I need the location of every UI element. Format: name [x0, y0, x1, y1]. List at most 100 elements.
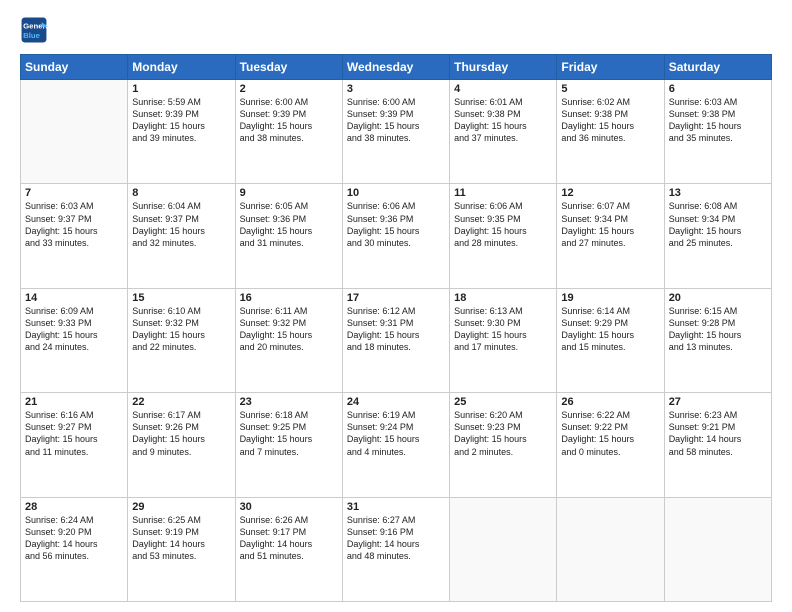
calendar-week-row: 21Sunrise: 6:16 AM Sunset: 9:27 PM Dayli… [21, 393, 772, 497]
day-number: 29 [132, 501, 230, 513]
page: General Blue SundayMondayTuesdayWednesda… [0, 0, 792, 612]
day-number: 7 [25, 187, 123, 199]
calendar-cell: 29Sunrise: 6:25 AM Sunset: 9:19 PM Dayli… [128, 497, 235, 601]
day-info: Sunrise: 6:11 AM Sunset: 9:32 PM Dayligh… [240, 305, 338, 354]
day-number: 27 [669, 396, 767, 408]
day-info: Sunrise: 6:03 AM Sunset: 9:38 PM Dayligh… [669, 96, 767, 145]
day-info: Sunrise: 6:08 AM Sunset: 9:34 PM Dayligh… [669, 200, 767, 249]
calendar-cell [21, 80, 128, 184]
calendar-cell: 27Sunrise: 6:23 AM Sunset: 9:21 PM Dayli… [664, 393, 771, 497]
weekday-header: Tuesday [235, 55, 342, 80]
calendar-cell: 13Sunrise: 6:08 AM Sunset: 9:34 PM Dayli… [664, 184, 771, 288]
day-info: Sunrise: 6:22 AM Sunset: 9:22 PM Dayligh… [561, 409, 659, 458]
header: General Blue [20, 16, 772, 44]
calendar-cell [450, 497, 557, 601]
calendar-table: SundayMondayTuesdayWednesdayThursdayFrid… [20, 54, 772, 602]
day-info: Sunrise: 6:00 AM Sunset: 9:39 PM Dayligh… [240, 96, 338, 145]
calendar-cell: 7Sunrise: 6:03 AM Sunset: 9:37 PM Daylig… [21, 184, 128, 288]
calendar-cell: 28Sunrise: 6:24 AM Sunset: 9:20 PM Dayli… [21, 497, 128, 601]
day-number: 2 [240, 83, 338, 95]
day-number: 13 [669, 187, 767, 199]
day-info: Sunrise: 6:04 AM Sunset: 9:37 PM Dayligh… [132, 200, 230, 249]
calendar-cell [557, 497, 664, 601]
weekday-header: Monday [128, 55, 235, 80]
day-number: 23 [240, 396, 338, 408]
day-info: Sunrise: 6:07 AM Sunset: 9:34 PM Dayligh… [561, 200, 659, 249]
calendar-cell: 4Sunrise: 6:01 AM Sunset: 9:38 PM Daylig… [450, 80, 557, 184]
day-number: 8 [132, 187, 230, 199]
day-info: Sunrise: 6:27 AM Sunset: 9:16 PM Dayligh… [347, 514, 445, 563]
day-info: Sunrise: 6:10 AM Sunset: 9:32 PM Dayligh… [132, 305, 230, 354]
day-number: 4 [454, 83, 552, 95]
day-number: 3 [347, 83, 445, 95]
calendar-cell: 6Sunrise: 6:03 AM Sunset: 9:38 PM Daylig… [664, 80, 771, 184]
day-number: 5 [561, 83, 659, 95]
calendar-cell: 16Sunrise: 6:11 AM Sunset: 9:32 PM Dayli… [235, 288, 342, 392]
day-info: Sunrise: 6:23 AM Sunset: 9:21 PM Dayligh… [669, 409, 767, 458]
weekday-header: Friday [557, 55, 664, 80]
calendar-cell: 9Sunrise: 6:05 AM Sunset: 9:36 PM Daylig… [235, 184, 342, 288]
day-info: Sunrise: 6:24 AM Sunset: 9:20 PM Dayligh… [25, 514, 123, 563]
calendar-cell [664, 497, 771, 601]
calendar-cell: 25Sunrise: 6:20 AM Sunset: 9:23 PM Dayli… [450, 393, 557, 497]
calendar-cell: 10Sunrise: 6:06 AM Sunset: 9:36 PM Dayli… [342, 184, 449, 288]
weekday-header: Thursday [450, 55, 557, 80]
calendar-header-row: SundayMondayTuesdayWednesdayThursdayFrid… [21, 55, 772, 80]
calendar-cell: 31Sunrise: 6:27 AM Sunset: 9:16 PM Dayli… [342, 497, 449, 601]
day-info: Sunrise: 6:25 AM Sunset: 9:19 PM Dayligh… [132, 514, 230, 563]
day-number: 15 [132, 292, 230, 304]
calendar-cell: 5Sunrise: 6:02 AM Sunset: 9:38 PM Daylig… [557, 80, 664, 184]
calendar-cell: 30Sunrise: 6:26 AM Sunset: 9:17 PM Dayli… [235, 497, 342, 601]
logo: General Blue [20, 16, 52, 44]
calendar-cell: 17Sunrise: 6:12 AM Sunset: 9:31 PM Dayli… [342, 288, 449, 392]
svg-text:Blue: Blue [23, 31, 41, 40]
calendar-week-row: 28Sunrise: 6:24 AM Sunset: 9:20 PM Dayli… [21, 497, 772, 601]
weekday-header: Saturday [664, 55, 771, 80]
day-info: Sunrise: 6:26 AM Sunset: 9:17 PM Dayligh… [240, 514, 338, 563]
day-info: Sunrise: 6:06 AM Sunset: 9:36 PM Dayligh… [347, 200, 445, 249]
calendar-week-row: 7Sunrise: 6:03 AM Sunset: 9:37 PM Daylig… [21, 184, 772, 288]
day-info: Sunrise: 6:18 AM Sunset: 9:25 PM Dayligh… [240, 409, 338, 458]
day-info: Sunrise: 6:12 AM Sunset: 9:31 PM Dayligh… [347, 305, 445, 354]
day-number: 31 [347, 501, 445, 513]
calendar-cell: 3Sunrise: 6:00 AM Sunset: 9:39 PM Daylig… [342, 80, 449, 184]
day-number: 14 [25, 292, 123, 304]
day-number: 16 [240, 292, 338, 304]
weekday-header: Sunday [21, 55, 128, 80]
day-info: Sunrise: 6:05 AM Sunset: 9:36 PM Dayligh… [240, 200, 338, 249]
calendar-cell: 19Sunrise: 6:14 AM Sunset: 9:29 PM Dayli… [557, 288, 664, 392]
calendar-cell: 23Sunrise: 6:18 AM Sunset: 9:25 PM Dayli… [235, 393, 342, 497]
calendar-cell: 21Sunrise: 6:16 AM Sunset: 9:27 PM Dayli… [21, 393, 128, 497]
calendar-cell: 26Sunrise: 6:22 AM Sunset: 9:22 PM Dayli… [557, 393, 664, 497]
calendar-cell: 15Sunrise: 6:10 AM Sunset: 9:32 PM Dayli… [128, 288, 235, 392]
day-info: Sunrise: 5:59 AM Sunset: 9:39 PM Dayligh… [132, 96, 230, 145]
calendar-cell: 12Sunrise: 6:07 AM Sunset: 9:34 PM Dayli… [557, 184, 664, 288]
weekday-header: Wednesday [342, 55, 449, 80]
calendar-cell: 22Sunrise: 6:17 AM Sunset: 9:26 PM Dayli… [128, 393, 235, 497]
day-info: Sunrise: 6:13 AM Sunset: 9:30 PM Dayligh… [454, 305, 552, 354]
day-number: 26 [561, 396, 659, 408]
day-info: Sunrise: 6:17 AM Sunset: 9:26 PM Dayligh… [132, 409, 230, 458]
day-number: 25 [454, 396, 552, 408]
day-info: Sunrise: 6:19 AM Sunset: 9:24 PM Dayligh… [347, 409, 445, 458]
calendar-cell: 18Sunrise: 6:13 AM Sunset: 9:30 PM Dayli… [450, 288, 557, 392]
day-info: Sunrise: 6:16 AM Sunset: 9:27 PM Dayligh… [25, 409, 123, 458]
day-number: 18 [454, 292, 552, 304]
calendar-cell: 14Sunrise: 6:09 AM Sunset: 9:33 PM Dayli… [21, 288, 128, 392]
day-info: Sunrise: 6:00 AM Sunset: 9:39 PM Dayligh… [347, 96, 445, 145]
day-info: Sunrise: 6:02 AM Sunset: 9:38 PM Dayligh… [561, 96, 659, 145]
calendar-cell: 20Sunrise: 6:15 AM Sunset: 9:28 PM Dayli… [664, 288, 771, 392]
day-number: 1 [132, 83, 230, 95]
day-info: Sunrise: 6:15 AM Sunset: 9:28 PM Dayligh… [669, 305, 767, 354]
day-info: Sunrise: 6:09 AM Sunset: 9:33 PM Dayligh… [25, 305, 123, 354]
day-number: 21 [25, 396, 123, 408]
day-info: Sunrise: 6:20 AM Sunset: 9:23 PM Dayligh… [454, 409, 552, 458]
day-number: 10 [347, 187, 445, 199]
day-number: 11 [454, 187, 552, 199]
day-info: Sunrise: 6:03 AM Sunset: 9:37 PM Dayligh… [25, 200, 123, 249]
day-number: 17 [347, 292, 445, 304]
calendar-cell: 1Sunrise: 5:59 AM Sunset: 9:39 PM Daylig… [128, 80, 235, 184]
day-info: Sunrise: 6:06 AM Sunset: 9:35 PM Dayligh… [454, 200, 552, 249]
day-number: 20 [669, 292, 767, 304]
day-info: Sunrise: 6:14 AM Sunset: 9:29 PM Dayligh… [561, 305, 659, 354]
